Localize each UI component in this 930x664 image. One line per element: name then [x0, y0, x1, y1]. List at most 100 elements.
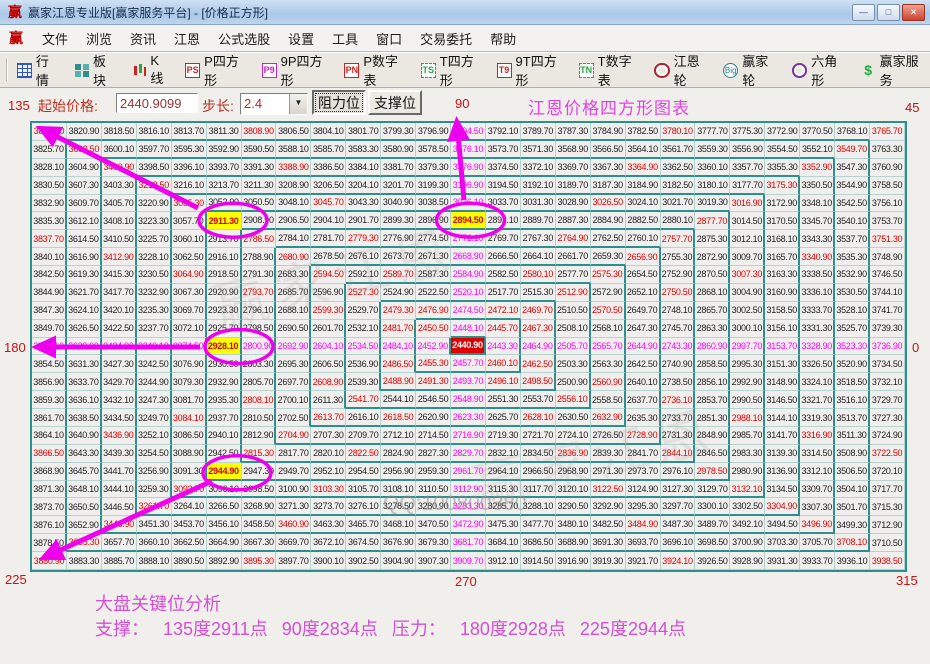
gann-cell: 3928.90 — [730, 552, 765, 570]
gann-cell: 2491.30 — [416, 373, 451, 391]
toolbar-item-13[interactable]: $赢家服务 — [856, 48, 930, 92]
close-button[interactable]: ✕ — [902, 4, 925, 21]
title-bar: 赢 赢家江恩专业版[赢家服务平台] - [价格正方形] — □ ✕ — [0, 0, 930, 25]
maximize-button[interactable]: □ — [877, 4, 900, 21]
gann-cell: 3808.90 — [242, 123, 277, 141]
gann-cell: 3729.70 — [870, 391, 905, 409]
gann-cell: 3477.70 — [521, 516, 556, 534]
gann-cell: 3796.90 — [416, 123, 451, 141]
gann-cell: 2906.50 — [276, 212, 311, 230]
resistance-button[interactable]: 阻力位 — [312, 90, 366, 115]
gann-cell: 3854.50 — [32, 355, 67, 373]
gann-cell: 2668.90 — [451, 248, 486, 266]
toolbar-item-6[interactable]: PNP数字表 — [339, 48, 409, 92]
gann-cell: 2791.30 — [242, 266, 277, 284]
gann-cell: 3506.50 — [835, 463, 870, 481]
toolbar-item-label: 9T四方形 — [516, 51, 563, 89]
gann-cell: 3355.30 — [765, 159, 800, 177]
gann-cell: 3528.10 — [835, 302, 870, 320]
toolbar-item-10[interactable]: 江恩轮 — [649, 48, 712, 92]
gann-cell: 2702.50 — [276, 409, 311, 427]
chevron-down-icon[interactable]: ▼ — [289, 94, 307, 114]
gann-cell: 2479.30 — [381, 302, 416, 320]
gann-cell: 2760.10 — [626, 230, 661, 248]
analysis-block: 大盘关键位分析 支撑：135度2911点90度2834点压力：180度2928点… — [95, 592, 700, 642]
gann-cell: 2493.70 — [451, 373, 486, 391]
gann-cell: 3367.30 — [591, 159, 626, 177]
toolbar-item-9[interactable]: TNT数字表 — [574, 48, 644, 92]
toolbar-item-3[interactable]: K线 — [127, 50, 175, 90]
toolbar-item-7[interactable]: TST四方形 — [416, 48, 486, 92]
menu-item-5[interactable]: 公式选股 — [209, 26, 279, 51]
gann-cell: 3535.30 — [835, 248, 870, 266]
gann-cell: 2709.70 — [346, 427, 381, 445]
support-button[interactable]: 支撑位 — [368, 90, 422, 115]
gann-cell: 2556.10 — [556, 391, 591, 409]
gann-cell: 3530.50 — [835, 284, 870, 302]
toolbar-item-8[interactable]: T99T四方形 — [492, 48, 568, 92]
gann-cell: 3770.50 — [800, 123, 835, 141]
gann-cell: 3792.10 — [486, 123, 521, 141]
gann-cell: 2846.50 — [695, 445, 730, 463]
menu-item-1[interactable]: 文件 — [33, 26, 77, 51]
step-select[interactable]: 2.4 ▼ — [240, 93, 308, 115]
gann-cell: 2457.70 — [451, 355, 486, 373]
gann-cell: 2961.70 — [451, 463, 486, 481]
gann-cell: 2476.90 — [416, 302, 451, 320]
赢家轮-icon: Big — [723, 63, 738, 78]
toolbar-item-12[interactable]: 六角形 — [787, 48, 850, 92]
menu-item-6[interactable]: 设置 — [279, 26, 323, 51]
gann-cell: 3055.30 — [172, 195, 207, 213]
gann-cell: 3463.30 — [311, 516, 346, 534]
gann-cell: 2822.50 — [346, 445, 381, 463]
toolbar-item-5[interactable]: P99P四方形 — [257, 48, 334, 92]
gann-cell: 2443.30 — [486, 338, 521, 356]
gann-cell: 2512.90 — [556, 284, 591, 302]
gann-cell: 2769.70 — [486, 230, 521, 248]
P数字表-icon: PN — [344, 63, 359, 78]
menu-item-8[interactable]: 窗口 — [367, 26, 411, 51]
gann-cell: 2584.90 — [451, 266, 486, 284]
minimize-button[interactable]: — — [852, 4, 875, 21]
gann-cell: 2764.90 — [556, 230, 591, 248]
gann-cell: 3664.90 — [207, 534, 242, 552]
gann-cell: 3225.70 — [137, 230, 172, 248]
menu-item-7[interactable]: 工具 — [323, 26, 367, 51]
gann-cell: 2815.30 — [242, 445, 277, 463]
menu-item-3[interactable]: 资讯 — [121, 26, 165, 51]
menu-item-4[interactable]: 江恩 — [165, 26, 209, 51]
gann-cell: 3499.30 — [835, 516, 870, 534]
angle-label-315: 315 — [896, 573, 918, 588]
gann-cell: 2918.50 — [207, 266, 242, 284]
toolbar-item-1[interactable]: 行情 — [12, 48, 63, 92]
gann-cell: 2462.50 — [521, 355, 556, 373]
menu-item-2[interactable]: 浏览 — [77, 26, 121, 51]
gann-cell: 3168.10 — [765, 230, 800, 248]
toolbar-item-11[interactable]: Big赢家轮 — [718, 48, 781, 92]
gann-cell: 3372.10 — [521, 159, 556, 177]
gann-cell: 2784.10 — [276, 230, 311, 248]
gann-cell: 3501.70 — [835, 498, 870, 516]
gann-cell: 3408.10 — [102, 212, 137, 230]
toolbar-item-4[interactable]: PSP四方形 — [180, 48, 250, 92]
gann-cell: 3031.30 — [521, 195, 556, 213]
gann-cell: 3897.70 — [276, 552, 311, 570]
gann-cell: 3052.90 — [207, 195, 242, 213]
gann-cell: 3890.50 — [172, 552, 207, 570]
start-price-input[interactable] — [116, 93, 198, 113]
gann-cell: 3040.90 — [381, 195, 416, 213]
gann-cell: 2452.90 — [416, 338, 451, 356]
menu-item-10[interactable]: 帮助 — [481, 26, 525, 51]
gann-cell: 2952.10 — [311, 463, 346, 481]
gann-cell: 3835.30 — [32, 212, 67, 230]
gann-cell: 3429.70 — [102, 373, 137, 391]
menu-item-9[interactable]: 交易委托 — [411, 26, 481, 51]
gann-cell: 2666.50 — [486, 248, 521, 266]
toolbar-item-2[interactable]: 板块 — [69, 48, 120, 92]
gann-cell: 3866.50 — [32, 445, 67, 463]
gann-cell: 3667.30 — [242, 534, 277, 552]
gann-cell: 3264.10 — [172, 498, 207, 516]
gann-cell: 3120.10 — [556, 481, 591, 499]
gann-cell: 3885.70 — [102, 552, 137, 570]
gann-cell: 3117.70 — [521, 481, 556, 499]
